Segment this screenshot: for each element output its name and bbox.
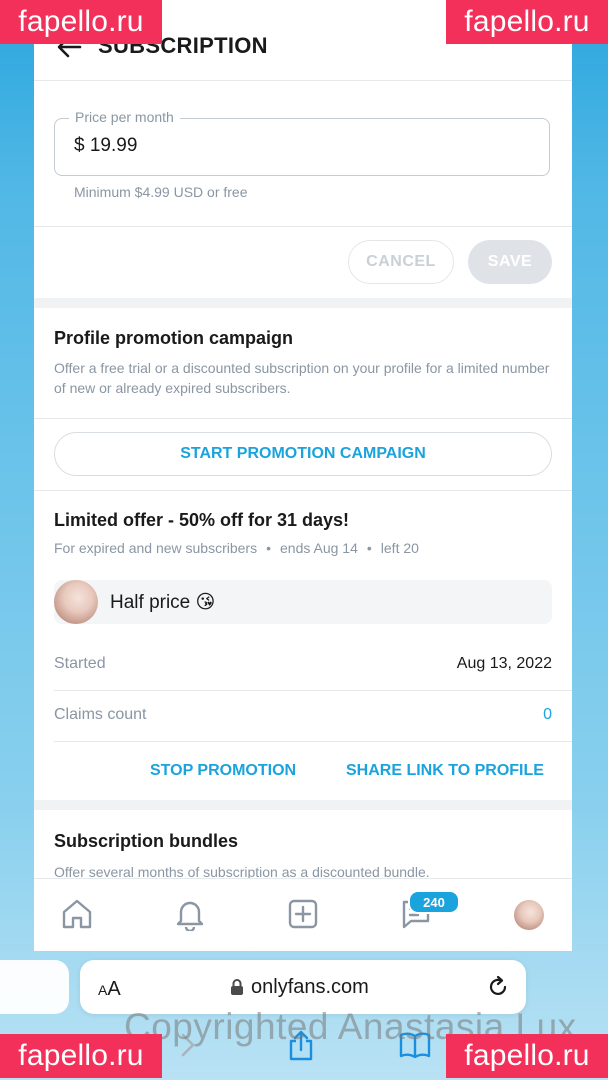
site-watermark-bottom-right: fapello.ru xyxy=(446,1034,608,1078)
started-value: Aug 13, 2022 xyxy=(456,655,552,672)
offer-ends: ends Aug 14 xyxy=(280,540,358,556)
claims-count-value[interactable]: 0 xyxy=(543,706,552,724)
promotion-title: Profile promotion campaign xyxy=(54,328,294,348)
price-field-label: Price per month xyxy=(69,109,180,125)
bell-icon[interactable] xyxy=(173,897,207,931)
site-watermark-bottom-left: fapello.ru xyxy=(0,1034,162,1078)
section-gap xyxy=(34,800,572,810)
divider xyxy=(54,690,572,691)
divider xyxy=(34,418,572,419)
text-size-button[interactable]: AA xyxy=(98,978,121,1001)
offer-title: Limited offer - 50% off for 31 days! xyxy=(54,510,350,530)
promotion-description: Offer a free trial or a discounted subsc… xyxy=(54,360,550,396)
site-watermark-top-right: fapello.ru xyxy=(446,0,608,44)
cancel-button[interactable]: CANCEL xyxy=(348,240,454,284)
offer-left: left 20 xyxy=(380,540,419,556)
price-field-value: $ 19.99 xyxy=(74,135,138,156)
stop-promotion-button[interactable]: STOP PROMOTION xyxy=(150,762,296,780)
start-promotion-campaign-button[interactable]: START PROMOTION CAMPAIGN xyxy=(54,432,552,476)
meta-separator: • xyxy=(366,540,372,556)
offer-audience: For expired and new subscribers xyxy=(54,540,258,556)
add-post-icon[interactable] xyxy=(286,897,320,931)
profile-avatar[interactable] xyxy=(514,900,544,930)
home-icon[interactable] xyxy=(60,897,94,931)
site-watermark-top-left: fapello.ru xyxy=(0,0,162,44)
bundles-title: Subscription bundles xyxy=(54,831,239,851)
avatar xyxy=(54,580,98,624)
divider xyxy=(34,226,572,227)
meta-separator: • xyxy=(266,540,272,556)
reload-icon[interactable] xyxy=(486,975,510,999)
bundles-description: Offer several months of subscription as … xyxy=(54,864,430,878)
offer-card[interactable]: Half price 😘 xyxy=(54,580,552,624)
save-button[interactable]: SAVE xyxy=(468,240,552,284)
lock-icon xyxy=(231,979,243,995)
started-label: Started xyxy=(54,655,106,672)
bottom-navigation: 240 xyxy=(34,878,572,951)
price-per-month-input[interactable]: Price per month $ 19.99 xyxy=(54,109,550,176)
offer-name: Half price 😘 xyxy=(110,592,216,613)
divider xyxy=(34,490,572,491)
messages-count-badge: 240 xyxy=(408,890,460,914)
offer-meta: For expired and new subscribers • ends Aug… xyxy=(54,540,419,556)
url-text[interactable]: onlyfans.com xyxy=(251,976,369,999)
subscription-panel: SUBSCRIPTION Price per month $ 19.99 Min… xyxy=(34,0,572,951)
previous-tab-preview[interactable] xyxy=(0,960,69,1014)
claims-count-label: Claims count xyxy=(54,706,147,723)
share-link-to-profile-button[interactable]: SHARE LINK TO PROFILE xyxy=(346,762,544,780)
divider xyxy=(54,741,572,742)
section-gap xyxy=(34,298,572,308)
price-hint: Minimum $4.99 USD or free xyxy=(74,184,248,200)
